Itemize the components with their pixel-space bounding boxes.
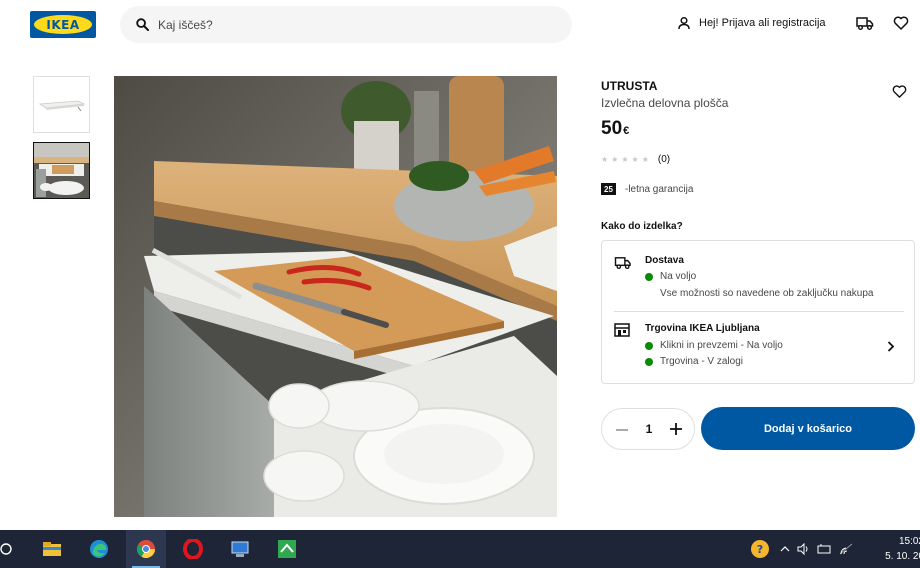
status-dot-icon bbox=[645, 357, 653, 366]
product-rating[interactable]: ★★★★★ (0) bbox=[601, 154, 670, 165]
rating-count: (0) bbox=[657, 154, 671, 165]
search-icon bbox=[0, 543, 12, 555]
in-store-text: Trgovina - V zalogi bbox=[660, 356, 743, 367]
logo-text: IKEA bbox=[46, 17, 80, 32]
status-dot-icon bbox=[645, 272, 653, 281]
person-icon bbox=[678, 16, 690, 30]
warranty-text: -letna garancija bbox=[625, 183, 694, 195]
taskbar-chrome[interactable] bbox=[126, 530, 166, 568]
quantity-stepper: 1 bbox=[601, 408, 695, 450]
speaker-icon[interactable] bbox=[797, 543, 811, 555]
taskbar-app[interactable] bbox=[267, 530, 307, 568]
account-link[interactable]: Hej! Prijava ali registracija bbox=[677, 16, 826, 30]
product-price: 50€ bbox=[601, 118, 629, 140]
divider bbox=[614, 311, 904, 312]
product-main-image[interactable] bbox=[114, 76, 557, 517]
help-icon[interactable]: ? bbox=[750, 539, 770, 559]
delivery-truck-icon bbox=[614, 257, 631, 270]
delivery-note: Vse možnosti so navedene ob zaključku na… bbox=[660, 288, 874, 299]
add-to-wishlist-heart-icon[interactable] bbox=[892, 84, 907, 99]
in-store-status: Trgovina - V zalogi bbox=[645, 356, 743, 367]
click-collect-status: Klikni in prevzemi - Na voljo bbox=[645, 340, 783, 351]
thumbnail-kitchen[interactable] bbox=[33, 142, 90, 199]
search-input[interactable]: Kaj iščeš? bbox=[120, 6, 572, 43]
svg-text:?: ? bbox=[757, 543, 763, 556]
click-collect-text: Klikni in prevzemi - Na voljo bbox=[660, 340, 783, 351]
search-placeholder: Kaj iščeš? bbox=[158, 17, 213, 32]
delivery-title: Dostava bbox=[645, 255, 684, 266]
store-title[interactable]: Trgovina IKEA Ljubljana bbox=[645, 323, 760, 334]
clock[interactable]: 15:02 5. 10. 20 bbox=[874, 534, 920, 564]
taskbar-edge[interactable] bbox=[79, 530, 119, 568]
taskbar-opera[interactable] bbox=[173, 530, 213, 568]
wifi-icon[interactable] bbox=[839, 543, 853, 555]
chrome-icon bbox=[136, 540, 155, 559]
site-header: IKEA Kaj iščeš? Hej! Prijava ali registr… bbox=[0, 0, 920, 50]
rating-stars-icon: ★★★★★ bbox=[601, 155, 652, 164]
truck-icon[interactable] bbox=[856, 15, 874, 31]
kitchen-thumbnail-image bbox=[34, 143, 89, 198]
warranty-badge: 25 bbox=[601, 183, 616, 195]
windows-taskbar: ? 15:02 5. 10. 20 bbox=[0, 530, 920, 568]
product-name: UTRUSTA bbox=[601, 79, 658, 93]
product-description: Izvlečna delovna plošča bbox=[601, 96, 729, 110]
price-value: 50 bbox=[601, 118, 623, 139]
price-currency: € bbox=[623, 125, 630, 137]
status-dot-icon bbox=[645, 341, 653, 350]
kitchen-scene-illustration bbox=[114, 76, 557, 517]
edge-icon bbox=[90, 540, 108, 558]
clock-date: 5. 10. 20 bbox=[885, 551, 920, 562]
logo-oval: IKEA bbox=[34, 15, 92, 34]
add-to-cart-button[interactable]: Dodaj v košarico bbox=[701, 407, 915, 450]
delivery-status-text: Na voljo bbox=[660, 271, 697, 282]
app-icon bbox=[278, 540, 296, 558]
taskbar-search[interactable] bbox=[0, 530, 26, 568]
network-icon[interactable] bbox=[817, 543, 831, 555]
system-tray: ? bbox=[750, 530, 853, 568]
remote-desktop-icon bbox=[231, 541, 249, 557]
opera-icon bbox=[183, 539, 203, 559]
warranty-info: 25 -letna garancija bbox=[601, 183, 693, 195]
thumbnail-product[interactable] bbox=[33, 76, 90, 133]
store-icon bbox=[614, 323, 630, 337]
how-to-get-heading: Kako do izdelka? bbox=[601, 221, 683, 232]
chevron-up-icon[interactable] bbox=[780, 545, 790, 553]
ikea-logo[interactable]: IKEA bbox=[30, 11, 96, 38]
availability-box: Dostava Na voljo Vse možnosti so naveden… bbox=[601, 240, 915, 384]
delivery-status: Na voljo bbox=[645, 271, 696, 282]
taskbar-remote-desktop[interactable] bbox=[220, 530, 260, 568]
chevron-right-icon[interactable] bbox=[887, 341, 895, 352]
heart-icon[interactable] bbox=[893, 15, 909, 31]
taskbar-file-explorer[interactable] bbox=[32, 530, 72, 568]
clock-time: 15:02 bbox=[898, 536, 920, 547]
increase-quantity-button[interactable] bbox=[668, 421, 684, 437]
search-icon bbox=[136, 18, 149, 31]
file-explorer-icon bbox=[43, 542, 61, 556]
account-label: Hej! Prijava ali registracija bbox=[699, 17, 826, 29]
board-thumbnail-image bbox=[38, 100, 86, 112]
